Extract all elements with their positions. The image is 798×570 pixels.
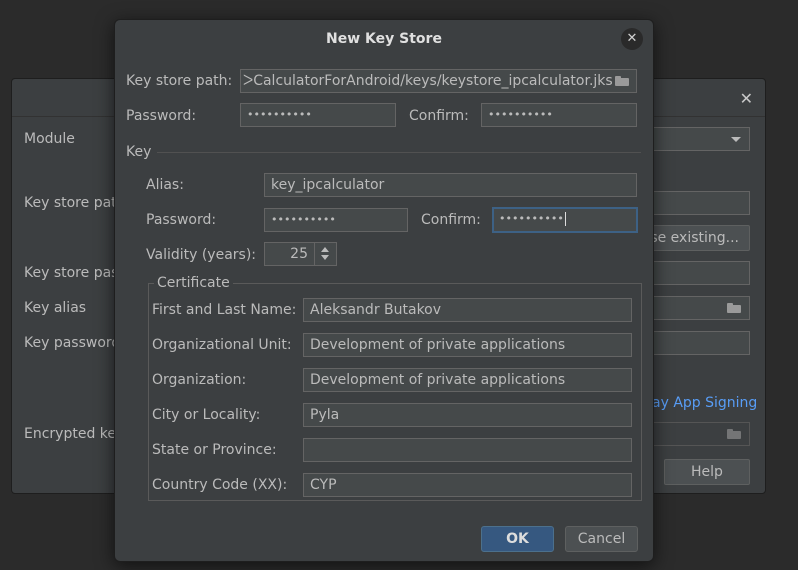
new-key-store-dialog: New Key Store ✕ Key store path: ᐳCalcula…: [114, 19, 654, 562]
key-store-password-field[interactable]: [642, 261, 750, 285]
key-password-value: ••••••••••: [271, 213, 336, 226]
key-confirm-label: Confirm:: [421, 212, 481, 228]
confirm-field[interactable]: ••••••••••: [481, 103, 637, 127]
first-last-name-value: Aleksandr Butakov: [310, 302, 442, 318]
city-field[interactable]: Pyla: [303, 403, 632, 427]
key-alias-field[interactable]: [642, 296, 750, 320]
validity-spinner[interactable]: 25: [264, 242, 337, 266]
country-value: CYP: [310, 477, 337, 493]
key-store-path-label: Key store path:: [126, 73, 233, 89]
choose-existing-button[interactable]: se existing...: [642, 225, 750, 251]
state-field[interactable]: [303, 438, 632, 462]
key-password-label: Key password: [24, 335, 121, 351]
key-password-field[interactable]: ••••••••••: [264, 208, 408, 232]
country-label: Country Code (XX):: [152, 477, 288, 493]
ok-button[interactable]: OK: [481, 526, 554, 552]
org-unit-field[interactable]: Development of private applications: [303, 333, 632, 357]
alias-field[interactable]: key_ipcalculator: [264, 173, 637, 197]
folder-icon[interactable]: [727, 429, 741, 439]
first-last-name-label: First and Last Name:: [152, 302, 297, 318]
org-unit-label: Organizational Unit:: [152, 337, 292, 353]
key-password-label: Password:: [146, 212, 217, 228]
key-store-path-value: ᐳCalculatorForAndroid/keys/keystore_ipca…: [243, 73, 613, 89]
first-last-name-field[interactable]: Aleksandr Butakov: [303, 298, 632, 322]
confirm-value: ••••••••••: [488, 108, 553, 121]
folder-icon[interactable]: [727, 303, 741, 313]
confirm-label: Confirm:: [409, 108, 469, 124]
dialog-title: New Key Store: [326, 31, 442, 47]
module-dropdown[interactable]: [642, 127, 750, 151]
password-field[interactable]: ••••••••••: [240, 103, 396, 127]
alias-label: Alias:: [146, 177, 184, 193]
play-app-signing-link[interactable]: ay App Signing: [652, 395, 757, 411]
organization-field[interactable]: Development of private applications: [303, 368, 632, 392]
close-icon[interactable]: ✕: [621, 28, 643, 50]
password-label: Password:: [126, 108, 197, 124]
arrow-down-icon[interactable]: [321, 255, 329, 260]
key-section-title: Key: [126, 144, 152, 160]
key-section-separator: [157, 152, 641, 153]
key-confirm-value: ••••••••••: [499, 212, 564, 225]
background-close-icon[interactable]: ✕: [740, 89, 753, 108]
chevron-down-icon: [731, 137, 741, 142]
validity-label: Validity (years):: [146, 247, 257, 263]
key-password-field[interactable]: [642, 331, 750, 355]
country-field[interactable]: CYP: [303, 473, 632, 497]
organization-label: Organization:: [152, 372, 247, 388]
module-label: Module: [24, 131, 75, 147]
key-confirm-field[interactable]: ••••••••••: [492, 207, 638, 233]
key-store-path-label: Key store pat: [24, 195, 117, 211]
organization-value: Development of private applications: [310, 372, 566, 388]
key-alias-label: Key alias: [24, 300, 87, 316]
text-cursor: [564, 212, 566, 226]
password-value: ••••••••••: [247, 108, 312, 121]
encrypted-key-label: Encrypted ke: [24, 426, 117, 442]
key-store-password-label: Key store pas: [24, 265, 119, 281]
encrypted-key-path-field[interactable]: [642, 422, 750, 446]
org-unit-value: Development of private applications: [310, 337, 566, 353]
state-label: State or Province:: [152, 442, 277, 458]
validity-value: 25: [290, 246, 308, 262]
key-store-path-field[interactable]: [642, 191, 750, 215]
certificate-title: Certificate: [154, 275, 233, 291]
folder-icon[interactable]: [615, 76, 629, 86]
alias-value: key_ipcalculator: [271, 177, 385, 193]
city-label: City or Locality:: [152, 407, 261, 423]
help-button[interactable]: Help: [664, 459, 750, 485]
key-store-path-field[interactable]: ᐳCalculatorForAndroid/keys/keystore_ipca…: [240, 69, 637, 93]
arrow-up-icon[interactable]: [321, 247, 329, 252]
city-value: Pyla: [310, 407, 340, 423]
spinner-arrows[interactable]: [314, 243, 336, 265]
cancel-button[interactable]: Cancel: [565, 526, 638, 552]
